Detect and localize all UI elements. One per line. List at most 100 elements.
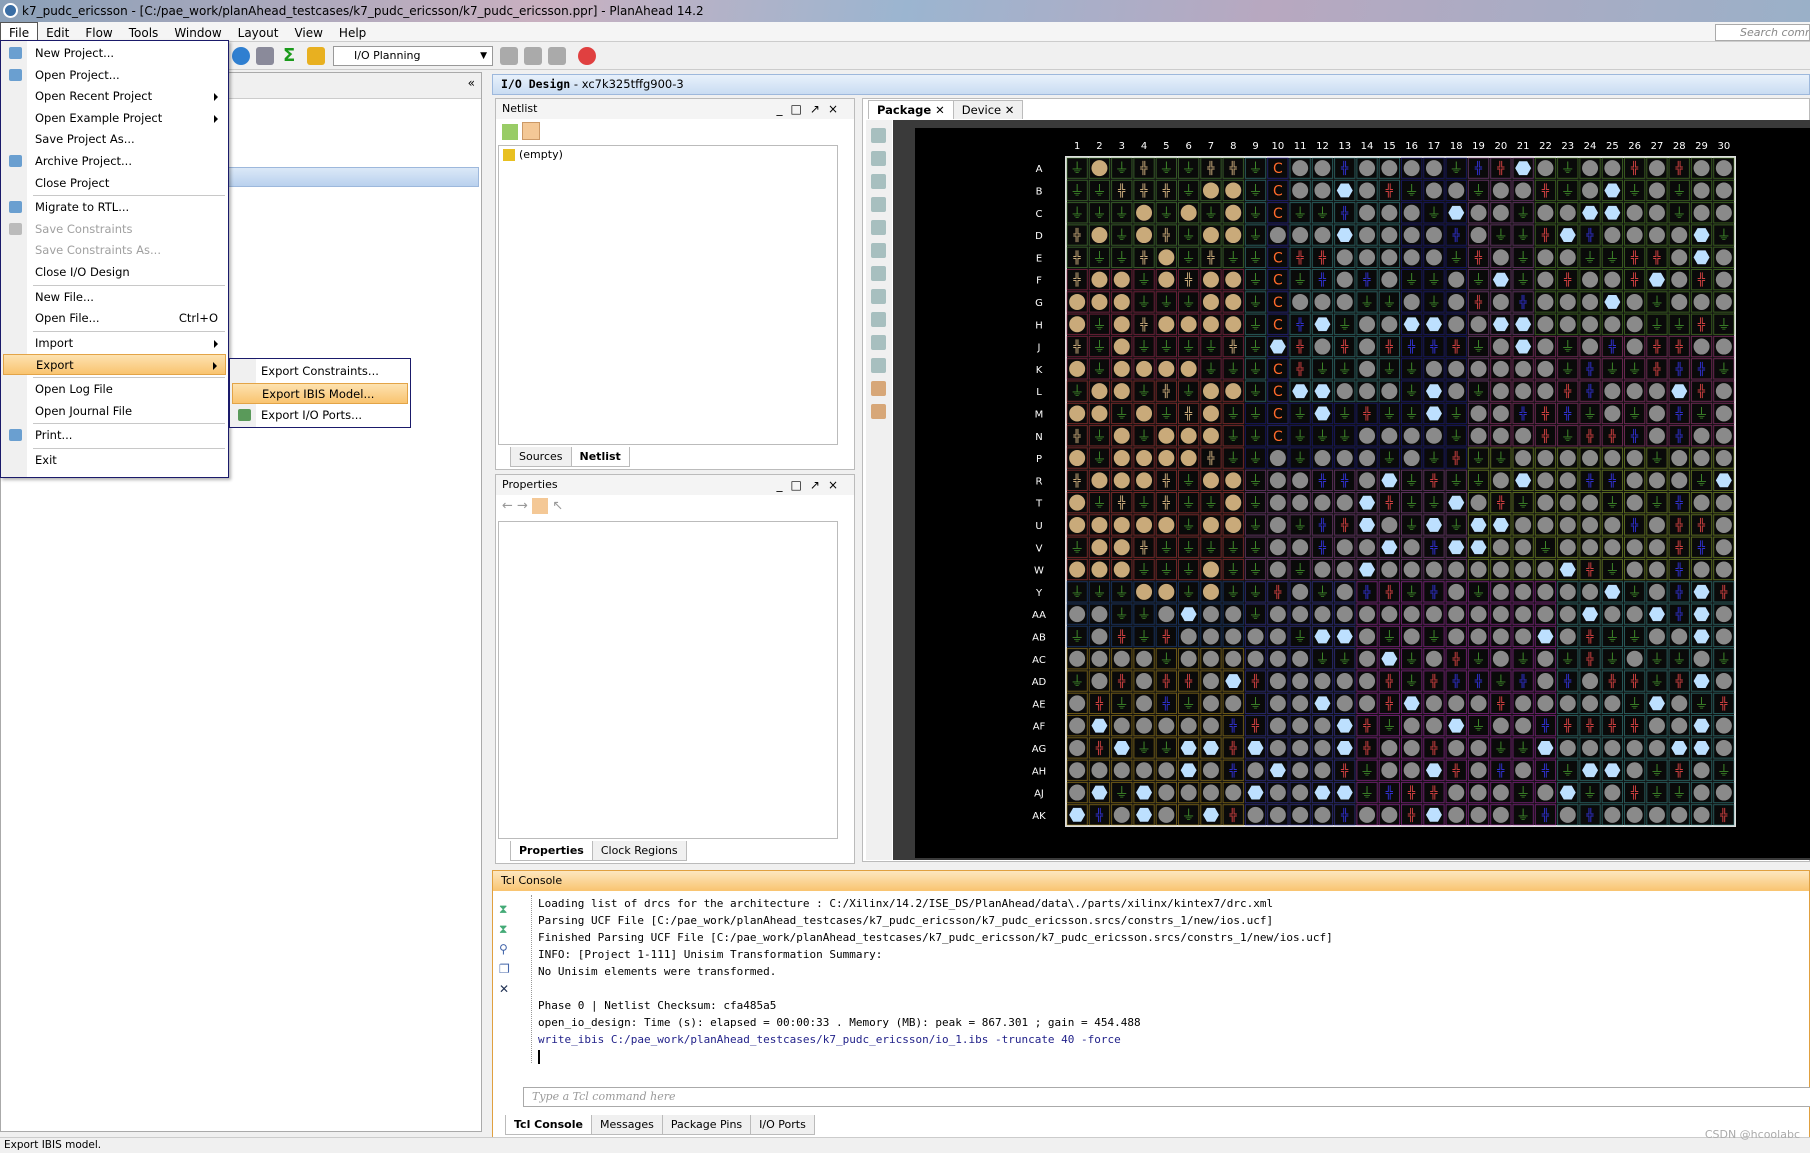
io-pin[interactable] [1515,561,1532,578]
user-io-pin[interactable] [1113,293,1130,310]
ground-pin[interactable]: ⏚ [1472,273,1486,289]
user-io-pin[interactable] [1225,383,1242,400]
user-io-pin[interactable] [1069,494,1086,511]
power-pin[interactable]: ╬ [1362,718,1371,733]
menu-help[interactable]: Help [331,23,374,43]
menu-item-new-file[interactable]: New File... [3,287,226,308]
ground-pin[interactable]: ⏚ [1293,629,1307,645]
io-pin[interactable] [1515,583,1532,600]
ground-pin[interactable]: ⏚ [1561,429,1575,445]
user-io-pin[interactable] [1136,360,1153,377]
io-pin[interactable] [1336,249,1353,266]
io-pin[interactable] [1515,182,1532,199]
io-pin[interactable] [1470,762,1487,779]
io-pin[interactable] [1715,249,1732,266]
io-pin[interactable] [1359,606,1376,623]
menu-item-import[interactable]: Import [3,333,226,354]
io-pin[interactable] [1537,695,1554,712]
io-pin[interactable] [1359,450,1376,467]
ground-pin[interactable]: ⏚ [1182,161,1196,177]
power-pin[interactable]: ╬ [1541,762,1550,777]
io-pin[interactable] [1671,717,1688,734]
io-pin[interactable] [1515,516,1532,533]
io-pin[interactable] [1381,516,1398,533]
ground-pin[interactable]: ⏚ [1115,585,1129,601]
io-pin[interactable] [1425,182,1442,199]
user-io-pin[interactable] [1113,450,1130,467]
io-pin[interactable] [1292,650,1309,667]
ground-pin[interactable]: ⏚ [1472,652,1486,668]
ground-pin[interactable]: ⏚ [1137,496,1151,512]
user-io-pin[interactable] [1113,360,1130,377]
menu-item-migrate-to-rtl[interactable]: Migrate to RTL... [3,197,226,218]
zoom-in-icon[interactable] [871,197,886,212]
io-pin[interactable] [1314,450,1331,467]
ground-pin[interactable]: ⏚ [1650,763,1664,779]
user-io-pin[interactable] [1180,427,1197,444]
io-pin[interactable] [1604,405,1621,422]
clock-pin[interactable]: C [1273,206,1283,222]
ground-pin[interactable]: ⏚ [1472,473,1486,489]
io-pin[interactable] [1537,450,1554,467]
io-pin[interactable] [1671,472,1688,489]
power-pin[interactable]: ╬ [1541,182,1550,197]
ground-pin[interactable]: ⏚ [1092,585,1106,601]
io-pin[interactable] [1180,628,1197,645]
user-io-pin[interactable] [1136,583,1153,600]
ground-pin[interactable]: ⏚ [1561,183,1575,199]
ground-pin[interactable]: ⏚ [1628,629,1642,645]
io-pin[interactable] [1492,383,1509,400]
ground-pin[interactable]: ⏚ [1182,250,1196,266]
io-pin[interactable] [1336,271,1353,288]
user-io-pin[interactable] [1091,405,1108,422]
io-pin[interactable] [1715,450,1732,467]
ground-pin[interactable]: ⏚ [1115,786,1129,802]
ground-pin[interactable]: ⏚ [1382,451,1396,467]
power-pin[interactable]: ╬ [1318,249,1327,264]
power-pin[interactable]: ╬ [1697,517,1706,532]
io-pin[interactable] [1559,249,1576,266]
user-io-pin[interactable] [1180,204,1197,221]
power-pin[interactable]: ╬ [1675,339,1684,354]
ground-pin[interactable]: ⏚ [1695,696,1709,712]
power-pin[interactable]: ╬ [1675,428,1684,443]
user-io-pin[interactable] [1202,271,1219,288]
power-pin[interactable]: ╬ [1385,584,1394,599]
ground-pin[interactable]: ⏚ [1605,496,1619,512]
ground-pin[interactable]: ⏚ [1182,384,1196,400]
io-pin[interactable] [1247,762,1264,779]
io-pin[interactable] [1314,717,1331,734]
io-pin[interactable] [1470,405,1487,422]
clock-pin[interactable]: C [1273,362,1283,378]
pin-icon[interactable] [500,47,518,65]
io-pin[interactable] [1626,739,1643,756]
io-pin[interactable] [1292,762,1309,779]
io-pin[interactable] [1180,717,1197,734]
io-pin[interactable] [1715,739,1732,756]
power-pin[interactable]: ╬ [1496,762,1505,777]
menu-item-exit[interactable]: Exit [3,450,226,471]
io-pin[interactable] [1425,427,1442,444]
io-pin[interactable] [1314,182,1331,199]
io-pin[interactable] [1582,450,1599,467]
ground-pin[interactable]: ⏚ [1561,161,1575,177]
ground-pin[interactable]: ⏚ [1137,563,1151,579]
power-pin[interactable]: ╬ [1719,584,1728,599]
io-pin[interactable] [1292,227,1309,244]
io-pin[interactable] [1559,450,1576,467]
io-pin[interactable] [1693,204,1710,221]
io-pin[interactable] [1648,583,1665,600]
ground-pin[interactable]: ⏚ [1070,206,1084,222]
io-pin[interactable] [1425,160,1442,177]
power-pin[interactable]: ╬ [1073,227,1082,242]
io-pin[interactable] [1648,717,1665,734]
io-pin[interactable] [1671,628,1688,645]
clock-pin[interactable]: C [1273,317,1283,333]
io-pin[interactable] [1336,583,1353,600]
io-pin[interactable] [1693,338,1710,355]
close-tab-icon[interactable]: ✕ [1001,103,1015,117]
io-pin[interactable] [1626,762,1643,779]
ground-pin[interactable]: ⏚ [1494,451,1508,467]
ground-pin[interactable]: ⏚ [1182,518,1196,534]
user-io-pin[interactable] [1158,427,1175,444]
